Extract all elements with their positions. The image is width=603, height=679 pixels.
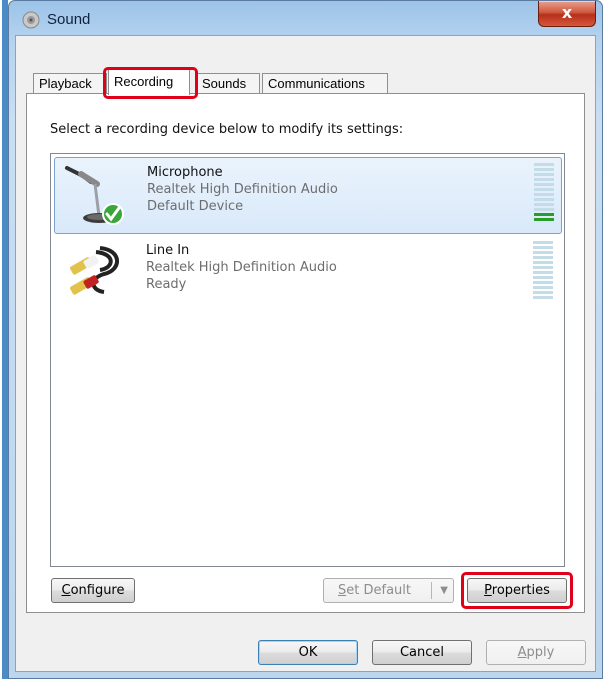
device-driver: Realtek High Definition Audio <box>146 260 337 275</box>
button-label: OK <box>298 645 318 660</box>
background-window-edge <box>0 0 8 679</box>
device-item-microphone[interactable]: Microphone Realtek High Definition Audio… <box>54 157 562 234</box>
dialog-client-area: Playback Recording Sounds Communications… <box>15 35 596 672</box>
instruction-text: Select a recording device below to modif… <box>50 122 404 137</box>
speaker-icon <box>22 11 40 29</box>
tab-sounds[interactable]: Sounds <box>196 73 260 94</box>
set-default-button[interactable]: Set Default ▼ <box>323 578 454 603</box>
apply-button[interactable]: Apply <box>486 640 586 665</box>
device-item-line-in[interactable]: Line In Realtek High Definition Audio Re… <box>54 236 562 313</box>
button-label: et Default <box>346 583 411 598</box>
button-label: onfigure <box>70 583 125 598</box>
level-meter <box>533 241 553 299</box>
close-button[interactable]: x <box>538 1 596 27</box>
meter-segment <box>533 271 553 274</box>
tab-communications[interactable]: Communications <box>262 73 388 94</box>
meter-segment <box>534 188 554 191</box>
meter-segment <box>534 163 554 166</box>
device-name: Line In <box>146 243 190 258</box>
meter-segment <box>533 281 553 284</box>
properties-highlight <box>461 572 573 609</box>
device-list[interactable]: Microphone Realtek High Definition Audio… <box>50 153 565 567</box>
meter-segment <box>533 286 553 289</box>
window-title: Sound <box>47 11 91 28</box>
meter-segment <box>534 218 554 221</box>
meter-segment <box>533 241 553 244</box>
meter-segment <box>533 251 553 254</box>
tab-playback[interactable]: Playback <box>33 73 107 94</box>
meter-segment <box>533 266 553 269</box>
meter-segment <box>534 183 554 186</box>
meter-segment <box>533 256 553 259</box>
microphone-icon <box>65 166 124 225</box>
meter-segment <box>533 246 553 249</box>
meter-segment <box>533 276 553 279</box>
meter-segment <box>533 261 553 264</box>
meter-segment <box>534 168 554 171</box>
tab-label: Communications <box>268 76 365 91</box>
device-status: Default Device <box>147 199 244 214</box>
meter-segment <box>534 208 554 211</box>
ok-button[interactable]: OK <box>258 640 358 665</box>
split-separator <box>431 582 432 599</box>
button-label: Cancel <box>399 645 445 660</box>
button-label: pply <box>526 645 555 660</box>
recording-tab-highlight <box>103 67 198 99</box>
meter-segment <box>534 178 554 181</box>
device-driver: Realtek High Definition Audio <box>147 182 338 197</box>
meter-segment <box>533 291 553 294</box>
sound-dialog: Sound x Playback Recording Sounds Commun… <box>8 0 603 679</box>
meter-segment <box>534 213 554 216</box>
meter-segment <box>534 193 554 196</box>
title-bar[interactable]: Sound x <box>9 1 602 35</box>
configure-button[interactable]: Configure <box>51 578 135 603</box>
meter-segment <box>534 173 554 176</box>
tab-label: Sounds <box>202 76 247 91</box>
accel-key: C <box>61 583 71 598</box>
level-meter <box>534 163 554 221</box>
cancel-button[interactable]: Cancel <box>372 640 472 665</box>
device-name: Microphone <box>147 165 223 180</box>
meter-segment <box>534 203 554 206</box>
rca-cable-icon <box>70 246 119 295</box>
tab-label: Playback <box>39 76 92 91</box>
device-status: Ready <box>146 277 187 292</box>
dropdown-arrow-icon[interactable]: ▼ <box>440 579 448 602</box>
meter-segment <box>534 198 554 201</box>
close-icon: x <box>561 3 573 22</box>
recording-panel: Select a recording device below to modif… <box>26 93 585 613</box>
accel-key: A <box>517 645 527 660</box>
meter-segment <box>533 296 553 299</box>
